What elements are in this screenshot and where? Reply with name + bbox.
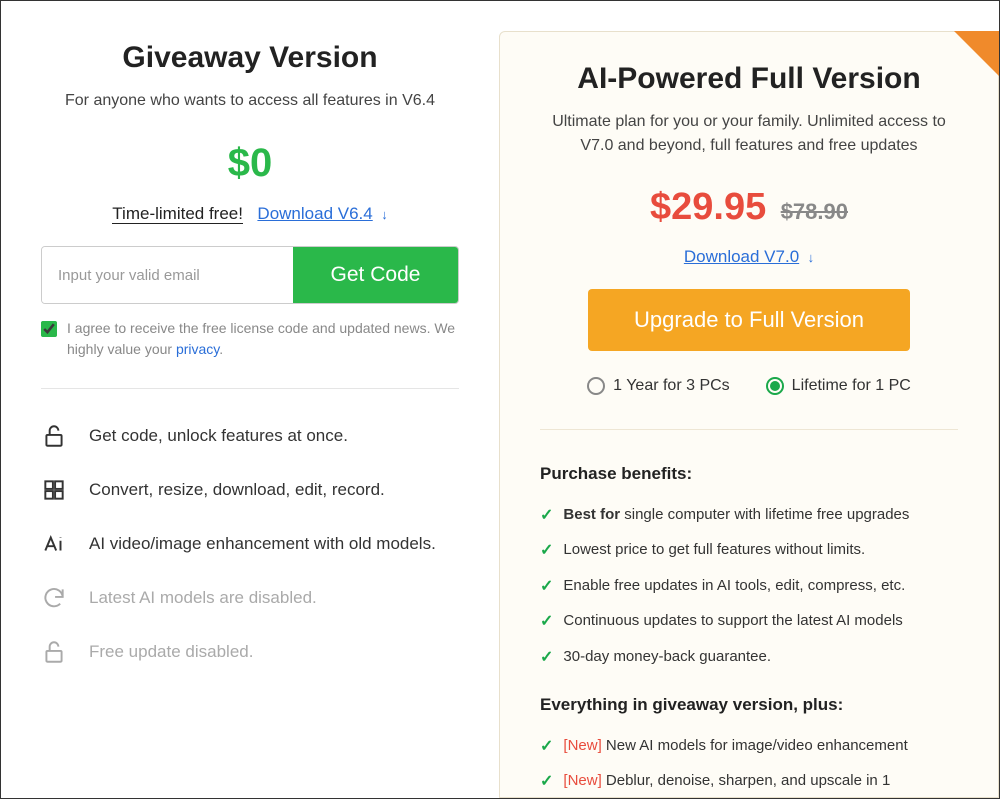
feature-text: Convert, resize, download, edit, record. [89, 480, 385, 500]
unlock-icon [41, 639, 67, 665]
get-code-button[interactable]: Get Code [293, 247, 458, 303]
check-icon: ✓ [540, 576, 553, 598]
plan-subtitle: For anyone who wants to access all featu… [41, 89, 459, 113]
check-icon: ✓ [540, 540, 553, 562]
giveaway-plan: Giveaway Version For anyone who wants to… [1, 41, 499, 798]
option-1year-3pcs[interactable]: 1 Year for 3 PCs [587, 377, 730, 395]
feature-text: Get code, unlock features at once. [89, 426, 348, 446]
plan-title: Giveaway Version [41, 41, 459, 75]
plus-title: Everything in giveaway version, plus: [540, 695, 958, 715]
benefit-text: Lowest price to get full features withou… [563, 539, 865, 560]
grid-icon [41, 477, 67, 503]
benefit-item: ✓ 30-day money-back guarantee. [540, 640, 958, 675]
check-icon: ✓ [540, 647, 553, 669]
check-icon: ✓ [540, 505, 553, 527]
privacy-link[interactable]: privacy [176, 341, 219, 357]
feature-list: Get code, unlock features at once. Conver… [41, 409, 459, 679]
option-label: 1 Year for 3 PCs [613, 377, 730, 395]
download-v70-link[interactable]: Download V7.0 [684, 247, 799, 266]
radio-icon [587, 377, 605, 395]
plus-benefits: Everything in giveaway version, plus: ✓ [… [540, 695, 958, 800]
benefit-text: Continuous updates to support the latest… [563, 610, 902, 631]
feature-item: Convert, resize, download, edit, record. [41, 463, 459, 517]
benefit-item: ✓ Best for single computer with lifetime … [540, 498, 958, 533]
agree-row: I agree to receive the free license code… [41, 318, 459, 389]
benefit-item: ✓ [New] Deblur, denoise, sharpen, and ups… [540, 764, 958, 799]
price: $29.95 $78.90 [540, 186, 958, 229]
check-icon: ✓ [540, 611, 553, 633]
check-icon: ✓ [540, 771, 553, 793]
feature-text: Free update disabled. [89, 642, 253, 662]
price: $0 [41, 141, 459, 186]
feature-item: Latest AI models are disabled. [41, 571, 459, 625]
benefit-text: Enable free updates in AI tools, edit, c… [563, 575, 905, 596]
feature-text: Latest AI models are disabled. [89, 588, 317, 608]
feature-item: Free update disabled. [41, 625, 459, 679]
agree-text: I agree to receive the free license code… [67, 320, 455, 357]
plan-subtitle: Ultimate plan for you or your family. Un… [540, 110, 958, 158]
check-icon: ✓ [540, 736, 553, 758]
benefit-item: ✓ Lowest price to get full features witho… [540, 533, 958, 568]
feature-text: AI video/image enhancement with old mode… [89, 534, 436, 554]
benefit-text: [New] New AI models for image/video enha… [563, 735, 907, 756]
benefit-text: Best for single computer with lifetime f… [563, 504, 909, 525]
benefit-item: ✓ [New] New AI models for image/video enh… [540, 729, 958, 764]
option-label: Lifetime for 1 PC [792, 377, 911, 395]
refresh-icon [41, 585, 67, 611]
price-value: $0 [228, 141, 273, 186]
email-form: Get Code [41, 246, 459, 304]
full-version-plan: AI-Powered Full Version Ultimate plan fo… [499, 31, 999, 798]
ai-icon [41, 531, 67, 557]
option-lifetime-1pc[interactable]: Lifetime for 1 PC [766, 377, 911, 395]
download-row: Time-limited free! Download V6.4 ↓ [41, 204, 459, 224]
upgrade-button[interactable]: Upgrade to Full Version [588, 289, 910, 351]
download-v64-link[interactable]: Download V6.4 [257, 204, 372, 223]
benefits-title: Purchase benefits: [540, 464, 958, 484]
feature-item: AI video/image enhancement with old mode… [41, 517, 459, 571]
benefit-text: [New] Deblur, denoise, sharpen, and upsc… [563, 770, 890, 791]
benefit-text: 30-day money-back guarantee. [563, 646, 771, 667]
benefit-item: ✓ Continuous updates to support the lates… [540, 604, 958, 639]
corner-ribbon-icon [954, 31, 999, 76]
time-limited-label: Time-limited free! [112, 204, 243, 224]
price-value: $29.95 [650, 186, 766, 229]
download-arrow-icon: ↓ [381, 207, 388, 222]
download-arrow-icon: ↓ [808, 250, 815, 265]
unlock-icon [41, 423, 67, 449]
license-options: 1 Year for 3 PCs Lifetime for 1 PC [540, 377, 958, 430]
price-old: $78.90 [781, 199, 848, 224]
plan-title: AI-Powered Full Version [540, 62, 958, 96]
purchase-benefits: Purchase benefits: ✓ Best for single comp… [540, 464, 958, 675]
agree-checkbox[interactable] [41, 321, 57, 337]
benefit-item: ✓ Enable free updates in AI tools, edit, … [540, 569, 958, 604]
feature-item: Get code, unlock features at once. [41, 409, 459, 463]
radio-icon [766, 377, 784, 395]
email-input[interactable] [42, 247, 293, 303]
download-row: Download V7.0 ↓ [540, 247, 958, 267]
